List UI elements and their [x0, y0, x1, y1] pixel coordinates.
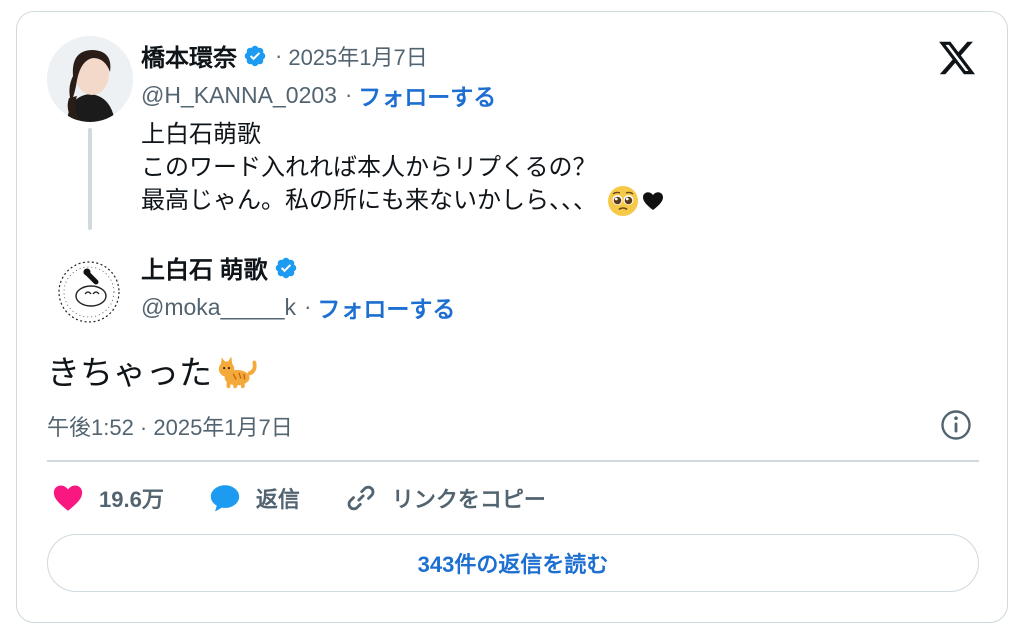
- separator-dot: ·: [304, 294, 312, 319]
- black-heart-icon: [643, 191, 663, 210]
- parent-date[interactable]: 2025年1月7日: [288, 40, 427, 72]
- tweet-display-name[interactable]: 上白石 萌歌: [141, 250, 268, 285]
- separator-dot: ·: [275, 42, 283, 68]
- copy-link-label: リンクをコピー: [391, 487, 546, 512]
- cat-icon: [218, 356, 257, 389]
- tweet-text-body: きちゃった: [47, 354, 212, 391]
- thread-connector: [88, 128, 92, 230]
- action-bar: 19.6万 返信 リンクをコピー: [51, 480, 590, 516]
- verified-badge-icon: [275, 257, 296, 278]
- copy-link-button[interactable]: リンクをコピー: [344, 481, 546, 515]
- info-icon[interactable]: [939, 408, 973, 442]
- avatar-hashimoto[interactable]: [47, 36, 133, 122]
- tweet-author: 上白石 萌歌: [141, 250, 298, 285]
- x-logo-icon[interactable]: [937, 38, 977, 78]
- reply-button[interactable]: 返信: [208, 481, 300, 515]
- follow-button-parent[interactable]: フォローする: [358, 78, 496, 112]
- reply-bubble-icon: [210, 485, 239, 512]
- parent-tweet-text: 上白石萌歌 このワード入れれば本人からリプくるの？ 最高じゃん。私の所にも来ない…: [141, 118, 665, 217]
- pleading-face-icon: [608, 185, 638, 216]
- avatar-photo-icon: [47, 36, 133, 122]
- verified-badge-icon: [244, 45, 266, 66]
- link-icon: [347, 485, 375, 511]
- avatar-doodle-icon: [47, 250, 131, 334]
- tweet-timestamp[interactable]: 午後1:52 · 2025年1月7日: [47, 410, 293, 442]
- parent-text-line: このワード入れれば本人からリプくるの？: [141, 154, 597, 181]
- parent-text-line[interactable]: 上白石萌歌: [141, 118, 261, 151]
- embedded-tweet-card: 橋本環奈 · 2025年1月7日 @H_KANNA_0203 · フォローする …: [16, 11, 1008, 623]
- parent-display-name[interactable]: 橋本環奈: [141, 38, 237, 73]
- read-replies-button[interactable]: 343件の返信を読む: [47, 534, 979, 592]
- separator-dot: ·: [344, 82, 353, 107]
- tweet-text: きちゃった: [47, 346, 262, 394]
- avatar-kamishiraishi[interactable]: [47, 250, 131, 334]
- divider: [47, 460, 979, 462]
- like-count: 19.6万: [99, 487, 164, 512]
- parent-author: 橋本環奈 · 2025年1月7日: [141, 38, 428, 73]
- reply-label: 返信: [255, 487, 300, 512]
- tweet-handle[interactable]: @moka_____k: [141, 294, 296, 321]
- follow-button-tweet[interactable]: フォローする: [317, 290, 455, 324]
- parent-handle[interactable]: @H_KANNA_0203: [141, 82, 337, 109]
- like-button[interactable]: 19.6万: [51, 481, 164, 515]
- parent-text-line: 最高じゃん。私の所にも来ないかしら、、、: [141, 187, 597, 214]
- tweet-handle-row: @moka_____k · フォローする: [141, 290, 455, 324]
- parent-handle-row: @H_KANNA_0203 · フォローする: [141, 78, 496, 112]
- heart-icon: [53, 485, 83, 511]
